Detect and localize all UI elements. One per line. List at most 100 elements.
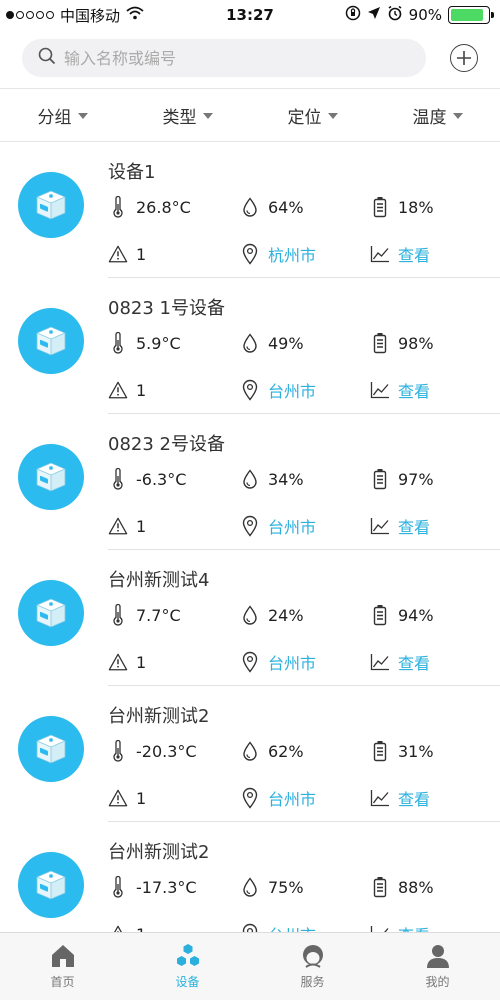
device-box-icon (18, 580, 84, 646)
battery-level-icon (370, 604, 390, 626)
device-box-icon (18, 716, 84, 782)
battery-value: 97% (398, 469, 434, 489)
warning-icon (108, 243, 128, 265)
device-list-item[interactable]: 设备1 26.8°C 64% 18% 1 杭州市 查看 (0, 142, 500, 278)
humidity-drop-icon (240, 196, 260, 218)
tab-label: 设备 (175, 975, 200, 989)
battery-value: 94% (398, 605, 434, 625)
line-chart-icon (370, 243, 390, 265)
view-history-link[interactable]: 查看 (398, 922, 430, 932)
battery-value: 31% (398, 741, 434, 761)
device-list-item[interactable]: 0823 1号设备 5.9°C 49% 98% 1 台州市 查看 (0, 278, 500, 414)
signal-strength-icon (6, 11, 54, 19)
view-history-link[interactable]: 查看 (398, 650, 430, 674)
thermometer-icon (108, 740, 128, 762)
temperature-value: -6.3°C (136, 469, 187, 489)
device-box-icon (18, 172, 84, 238)
user-profile-icon (426, 945, 449, 968)
device-name: 0823 2号设备 (108, 434, 225, 455)
humidity-value: 24% (268, 605, 304, 625)
device-box-icon (18, 444, 84, 510)
humidity-drop-icon (240, 332, 260, 354)
search-input[interactable] (64, 48, 364, 68)
search-header (0, 30, 500, 86)
battery-icon (448, 6, 494, 24)
warning-icon (108, 379, 128, 401)
device-list[interactable]: 设备1 26.8°C 64% 18% 1 杭州市 查看 0823 1号设备 5.… (0, 142, 500, 932)
device-name: 台州新测试2 (108, 706, 210, 727)
filter-label: 温度 (412, 107, 447, 128)
device-hexagon-icon (176, 944, 199, 966)
filter-bar: 分组 类型 定位 温度 (0, 88, 500, 142)
caret-down-icon (452, 113, 463, 119)
tab-profile[interactable]: 我的 (375, 933, 500, 1000)
filter-temperature[interactable]: 温度 (375, 89, 500, 141)
thermometer-icon (108, 332, 128, 354)
filter-location[interactable]: 定位 (250, 89, 375, 141)
location-link[interactable]: 台州市 (268, 650, 316, 674)
thermometer-icon (108, 876, 128, 898)
alert-count: 1 (136, 244, 147, 264)
battery-level-icon (370, 740, 390, 762)
bottom-tab-bar: 首页 设备 服务 我的 (0, 932, 500, 1000)
tab-devices[interactable]: 设备 (125, 933, 250, 1000)
device-box-icon (18, 308, 84, 374)
temperature-value: -17.3°C (136, 877, 197, 897)
line-chart-icon (370, 379, 390, 401)
warning-icon (108, 515, 128, 537)
battery-fill (451, 9, 484, 21)
humidity-drop-icon (240, 740, 260, 762)
filter-type[interactable]: 类型 (125, 89, 250, 141)
view-history-link[interactable]: 查看 (398, 514, 430, 538)
alert-count: 1 (136, 788, 147, 808)
humidity-value: 75% (268, 877, 304, 897)
location-link[interactable]: 杭州市 (268, 242, 316, 266)
thermometer-icon (108, 604, 128, 626)
tab-home[interactable]: 首页 (0, 933, 125, 1000)
search-icon (38, 47, 56, 69)
location-pin-icon (240, 243, 260, 265)
location-pin-icon (240, 379, 260, 401)
tab-label: 服务 (300, 975, 325, 989)
battery-value: 88% (398, 877, 434, 897)
filter-label: 分组 (37, 107, 72, 128)
humidity-value: 34% (268, 469, 304, 489)
battery-value: 18% (398, 197, 434, 217)
temperature-value: -20.3°C (136, 741, 197, 761)
warning-icon (108, 787, 128, 809)
location-link[interactable]: 台州市 (268, 786, 316, 810)
device-list-item[interactable]: 台州新测试2 -20.3°C 62% 31% 1 台州市 查看 (0, 686, 500, 822)
status-bar: 中国移动 13:27 90% (0, 0, 500, 30)
battery-level-icon (370, 468, 390, 490)
location-pin-icon (240, 651, 260, 673)
service-agent-icon (302, 945, 323, 968)
alert-count: 1 (136, 925, 146, 933)
view-history-link[interactable]: 查看 (398, 378, 430, 402)
alarm-clock-icon (387, 5, 403, 25)
location-link[interactable]: 台州市 (268, 514, 316, 538)
filter-group[interactable]: 分组 (0, 89, 125, 141)
view-history-link[interactable]: 查看 (398, 242, 430, 266)
location-link[interactable]: 台州市 (268, 922, 316, 932)
humidity-value: 64% (268, 197, 304, 217)
device-list-item[interactable]: 台州新测试2 -17.3°C 75% 88% (0, 822, 500, 932)
caret-down-icon (327, 113, 338, 119)
device-name: 台州新测试2 (108, 842, 210, 863)
location-link[interactable]: 台州市 (268, 378, 316, 402)
warning-icon (108, 651, 128, 673)
location-pin-icon (240, 787, 260, 809)
device-box-icon (18, 852, 84, 918)
device-list-item[interactable]: 台州新测试4 7.7°C 24% 94% 1 台州市 查看 (0, 550, 500, 686)
device-list-item[interactable]: 0823 2号设备 -6.3°C 34% 97% 1 台州市 查看 (0, 414, 500, 550)
battery-level-icon (370, 196, 390, 218)
line-chart-icon (370, 787, 390, 809)
add-device-button[interactable] (450, 44, 478, 72)
view-history-link[interactable]: 查看 (398, 786, 430, 810)
device-name: 台州新测试4 (108, 570, 210, 591)
filter-label: 类型 (162, 107, 197, 128)
tab-label: 我的 (425, 975, 450, 989)
tab-service[interactable]: 服务 (250, 933, 375, 1000)
line-chart-icon (370, 923, 390, 932)
battery-percent: 90% (408, 6, 442, 24)
search-bar[interactable] (22, 39, 426, 77)
